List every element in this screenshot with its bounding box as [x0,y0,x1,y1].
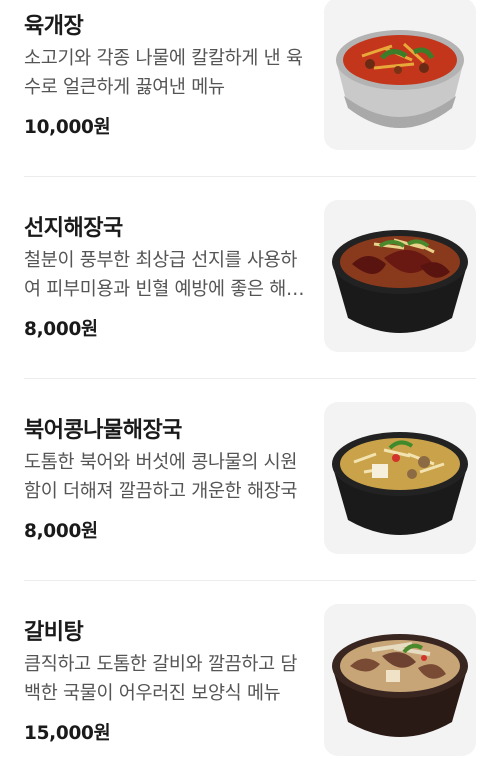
menu-item-price: 8,000원 [24,319,98,340]
seonji-haejangguk-bowl-image [324,200,476,352]
menu-item-name: 북어콩나물해장국 [24,418,182,443]
menu-item-description: 철분이 풍부한 최상급 선지를 사용하여 피부미용과 빈혈 예방에 좋은 해장국 [24,250,303,300]
menu-item-seonji-haejangguk[interactable]: 선지해장국 철분이 풍부한 최상급 선지를 사용하여 피부미용과 빈혈 예방에 … [0,176,500,378]
menu-item-price: 15,000원 [24,723,111,744]
menu-item-name: 선지해장국 [24,216,123,241]
menu-item-price: 10,000원 [24,117,111,138]
menu-item-description: 큼직하고 도톰한 갈비와 깔끔하고 담백한 국물이 어우러진 보양식 메뉴 [24,654,298,704]
galbitang-bowl-image [324,604,476,756]
menu-item-price: 8,000원 [24,521,98,542]
menu-item-description: 도톰한 북어와 버섯에 콩나물의 시원함이 더해져 깔끔하고 개운한 해장국 [24,452,298,502]
menu-item-bugeo-kongnamul-haejangguk[interactable]: 북어콩나물해장국 도톰한 북어와 버섯에 콩나물의 시원함이 더해져 깔끔하고 … [0,378,500,580]
menu-item-description: 소고기와 각종 나물에 칼칼하게 낸 육수로 얼큰하게 끓여낸 메뉴 [24,48,303,98]
menu-item-name: 육개장 [24,14,84,39]
menu-item-galbitang[interactable]: 갈비탕 큼직하고 도톰한 갈비와 깔끔하고 담백한 국물이 어우러진 보양식 메… [0,580,500,782]
yukgaejang-bowl-image [324,0,476,150]
menu-item-name: 갈비탕 [24,620,84,645]
bugeo-kongnamul-haejangguk-bowl-image [324,402,476,554]
menu-item-yukgaejang[interactable]: 육개장 소고기와 각종 나물에 칼칼하게 낸 육수로 얼큰하게 끓여낸 메뉴 1… [0,0,500,176]
menu-list: 육개장 소고기와 각종 나물에 칼칼하게 낸 육수로 얼큰하게 끓여낸 메뉴 1… [0,0,500,759]
